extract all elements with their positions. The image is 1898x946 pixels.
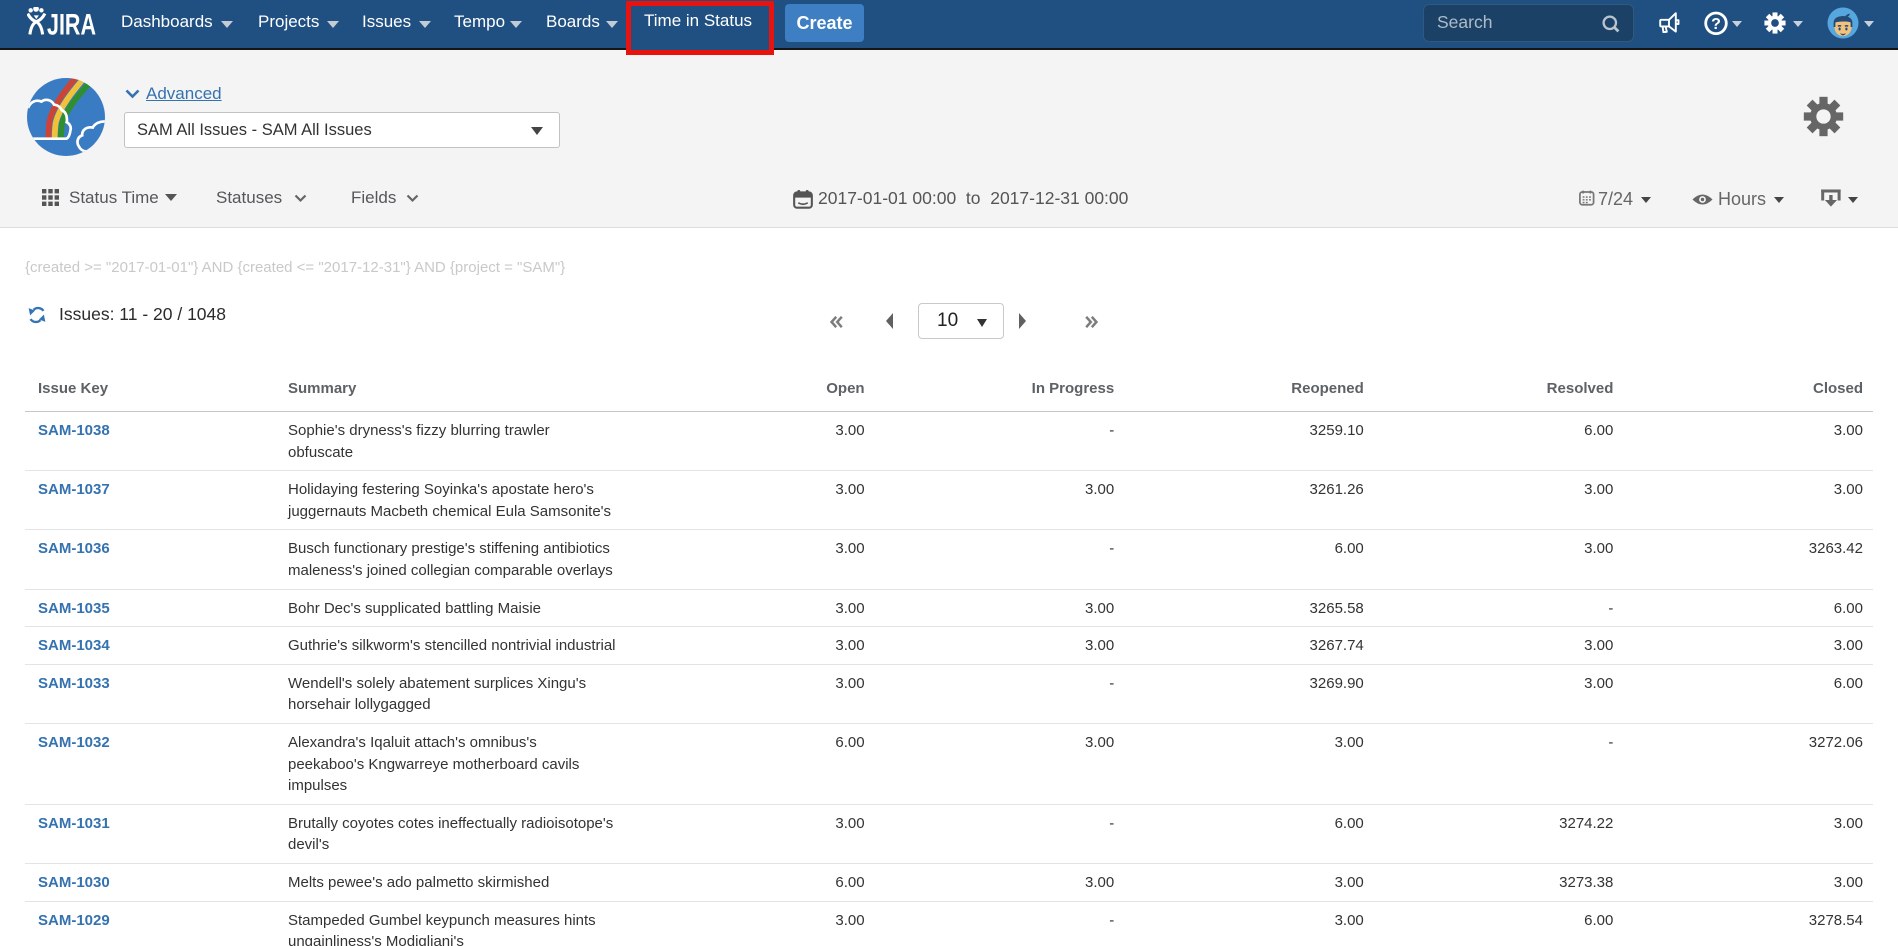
svg-text:JIRA: JIRA <box>47 9 96 41</box>
svg-text:?: ? <box>1711 16 1721 33</box>
